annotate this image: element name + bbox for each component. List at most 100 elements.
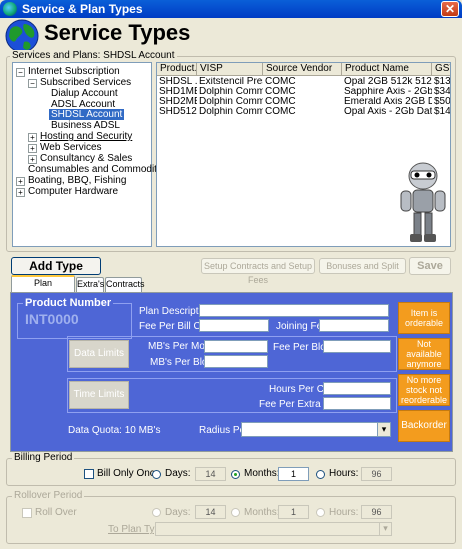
- hours-label: Hours:: [329, 468, 359, 479]
- services-group-label: Services and Plans: SHDSL Account: [10, 50, 177, 61]
- rollover-period-label: Rollover Period: [12, 490, 85, 501]
- fee-per-block-input[interactable]: [323, 340, 391, 353]
- add-type-button[interactable]: Add Type: [11, 257, 101, 275]
- close-button[interactable]: ✕: [441, 1, 459, 17]
- table-cell: COMC: [265, 77, 296, 87]
- expand-icon[interactable]: +: [16, 177, 25, 186]
- product-number-label: Product Number: [23, 297, 114, 309]
- mbs-per-month-input[interactable]: [204, 340, 268, 353]
- tree-item-shdsl-account[interactable]: SHDSL Account: [49, 109, 125, 120]
- collapse-icon[interactable]: −: [28, 79, 37, 88]
- rollover-hours-radio[interactable]: [316, 508, 325, 517]
- table-cell: Dolphin Commu...: [199, 107, 263, 117]
- column-header[interactable]: GST: [432, 63, 450, 76]
- save-button[interactable]: Save: [409, 257, 451, 275]
- table-cell: SHD512...: [159, 107, 197, 117]
- rollover-hours-label: Hours:: [329, 507, 359, 518]
- table-cell: Emerald Axis 2GB Data...: [344, 97, 432, 107]
- months-label: Months:: [244, 468, 280, 479]
- mbs-per-block-input[interactable]: [204, 355, 268, 368]
- globe-icon: [5, 19, 39, 53]
- bill-only-once-checkbox[interactable]: [84, 469, 94, 479]
- roll-over-checkbox[interactable]: [22, 508, 32, 518]
- expand-icon[interactable]: +: [28, 144, 37, 153]
- expand-icon[interactable]: +: [28, 155, 37, 164]
- joining-fee-input[interactable]: [319, 319, 389, 332]
- tree-item-consumables[interactable]: Consumables and Commodities: [28, 164, 170, 175]
- column-header[interactable]: Source Vendor: [263, 63, 342, 76]
- roll-over-label: Roll Over: [35, 507, 77, 518]
- rollover-days-label: Days:: [165, 507, 191, 518]
- page-title: Service Types: [44, 20, 191, 45]
- table-cell: COMC: [265, 107, 296, 117]
- plan-configuration-panel: Product Number INT0000 Plan Description:…: [10, 292, 453, 452]
- no-more-stock-button[interactable]: No more stock not reorderable: [398, 374, 450, 406]
- hours-radio[interactable]: [316, 470, 325, 479]
- months-radio[interactable]: [231, 470, 240, 479]
- expand-icon[interactable]: +: [16, 188, 25, 197]
- tab-extras[interactable]: Extra's: [76, 277, 104, 292]
- tree-item-dialup-account[interactable]: Dialup Account: [51, 88, 118, 99]
- table-row[interactable]: SHD512... Dolphin Commu... COMC Opal Axi…: [157, 107, 450, 117]
- service-tree[interactable]: − Internet Subscription − Subscribed Servi…: [12, 62, 170, 247]
- days-label: Days:: [165, 468, 191, 479]
- to-plan-type-select[interactable]: ▾: [155, 522, 392, 536]
- chevron-down-icon[interactable]: ▾: [377, 423, 390, 436]
- chevron-down-icon[interactable]: ▾: [379, 523, 391, 535]
- table-cell: $34.: [434, 87, 451, 97]
- rollover-days-input[interactable]: 14: [195, 505, 226, 519]
- setup-contracts-button[interactable]: Setup Contracts and Setup Fees: [201, 258, 315, 285]
- plan-description-input[interactable]: [199, 304, 389, 317]
- tree-item-hosting-security[interactable]: + Hosting and Security: [28, 131, 132, 142]
- app-icon: [3, 2, 17, 16]
- table-cell: $13.: [434, 77, 451, 87]
- rollover-months-input[interactable]: 1: [278, 505, 309, 519]
- hours-per-cycle-input[interactable]: [323, 382, 391, 395]
- backorder-button[interactable]: Backorder: [398, 410, 450, 442]
- table-cell: Sapphire Axis - 2Gb Da...: [344, 87, 432, 97]
- item-orderable-button[interactable]: Item is orderable: [398, 302, 450, 334]
- table-cell: COMC: [265, 87, 296, 97]
- time-limits-button[interactable]: Time Limits: [69, 381, 129, 409]
- tree-item-boating[interactable]: + Boating, BBQ, Fishing: [16, 175, 126, 186]
- days-input[interactable]: 14: [195, 467, 226, 481]
- bill-only-once-label: Bill Only Once: [97, 468, 161, 479]
- column-header[interactable]: VISP: [197, 63, 263, 76]
- tree-item-computer-hardware[interactable]: + Computer Hardware: [16, 186, 118, 197]
- column-header[interactable]: Product...: [157, 63, 197, 76]
- table-row[interactable]: SHDSL ... Exitstencil Pres... COMC Opal …: [157, 77, 451, 87]
- rollover-months-radio[interactable]: [231, 508, 240, 517]
- data-limits-button[interactable]: Data Limits: [69, 340, 129, 368]
- table-cell: Dolphin Commu...: [199, 87, 263, 97]
- table-cell: Opal Axis - 2Gb Data -...: [344, 107, 432, 117]
- table-cell: COMC: [265, 97, 296, 107]
- billing-period-label: Billing Period: [12, 452, 75, 463]
- table-cell: SHD2MB...: [159, 97, 197, 107]
- collapse-icon[interactable]: −: [16, 68, 25, 77]
- tree-item-internet-subscription[interactable]: − Internet Subscription: [16, 66, 120, 77]
- robot-mascot-icon: [400, 162, 446, 242]
- hours-input[interactable]: 96: [361, 467, 392, 481]
- days-radio[interactable]: [152, 470, 161, 479]
- tab-contracts[interactable]: Contracts: [105, 277, 145, 292]
- rollover-days-radio[interactable]: [152, 508, 161, 517]
- rollover-hours-input[interactable]: 96: [361, 505, 392, 519]
- product-number-value: INT0000: [25, 311, 79, 327]
- column-header[interactable]: Product Name: [342, 63, 432, 76]
- tree-item-consultancy-sales[interactable]: + Consultancy & Sales: [28, 153, 132, 164]
- tree-item-subscribed-services[interactable]: − Subscribed Services: [28, 77, 131, 88]
- tab-plan-configuration[interactable]: Plan Configuration: [11, 275, 75, 301]
- tree-item-business-adsl[interactable]: Business ADSL: [51, 120, 120, 131]
- rollover-period-group: [6, 496, 456, 544]
- fee-per-extra-hour-input[interactable]: [323, 397, 391, 410]
- bonuses-split-button[interactable]: Bonuses and Split: [319, 258, 406, 274]
- fee-per-bill-cycle-input[interactable]: [199, 319, 269, 332]
- tree-item-web-services[interactable]: + Web Services: [28, 142, 102, 153]
- expand-icon[interactable]: +: [28, 133, 37, 142]
- table-row[interactable]: SHD1MB... Dolphin Commu... COMC Sapphire…: [157, 87, 451, 97]
- table-cell: SHDSL ...: [159, 77, 197, 87]
- months-input[interactable]: 1: [278, 467, 309, 481]
- not-available-button[interactable]: Not available anymore: [398, 338, 450, 370]
- radius-pool-select[interactable]: ▾: [241, 422, 391, 437]
- table-row[interactable]: SHD2MB... Dolphin Commu... COMC Emerald …: [157, 97, 450, 107]
